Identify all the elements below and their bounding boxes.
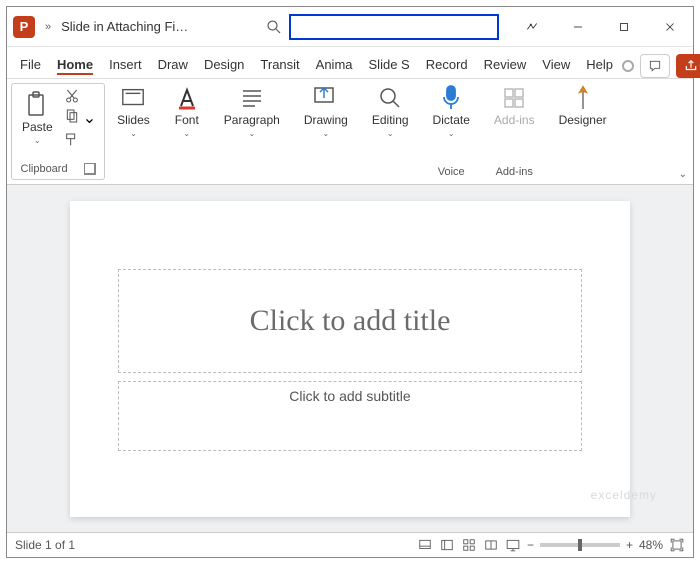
tab-review[interactable]: Review bbox=[477, 51, 534, 78]
tab-help[interactable]: Help bbox=[579, 51, 620, 78]
tab-insert[interactable]: Insert bbox=[102, 51, 149, 78]
title-placeholder[interactable]: Click to add title bbox=[118, 269, 582, 373]
subtitle-placeholder[interactable]: Click to add subtitle bbox=[118, 381, 582, 451]
document-title[interactable]: Slide in Attaching Fi… bbox=[61, 19, 188, 34]
clipboard-launcher[interactable] bbox=[84, 163, 96, 175]
group-addins: Add-ins Add-ins bbox=[482, 79, 547, 184]
tab-file[interactable]: File bbox=[13, 51, 48, 78]
tab-draw[interactable]: Draw bbox=[151, 51, 195, 78]
dictate-button[interactable]: Dictate⌄ bbox=[427, 83, 476, 140]
coming-soon-icon[interactable] bbox=[509, 7, 555, 47]
slide-counter[interactable]: Slide 1 of 1 bbox=[15, 538, 75, 552]
tab-home[interactable]: Home bbox=[50, 51, 100, 78]
group-paragraph: Paragraph⌄ bbox=[212, 79, 292, 184]
clipboard-label: Clipboard bbox=[21, 163, 68, 175]
voice-label: Voice bbox=[438, 166, 465, 180]
group-drawing: Drawing⌄ bbox=[292, 79, 360, 184]
slide[interactable]: Click to add title Click to add subtitle bbox=[70, 201, 630, 517]
statusbar: Slide 1 of 1 − + 48% bbox=[7, 533, 693, 557]
cut-icon[interactable] bbox=[63, 88, 81, 104]
zoom-in-button[interactable]: + bbox=[626, 538, 633, 552]
maximize-button[interactable] bbox=[601, 7, 647, 47]
ribbon: Paste⌄ ⌄ Clipboard Slides⌄ Font⌄ bbox=[7, 79, 693, 185]
search-icon[interactable] bbox=[265, 18, 283, 36]
zoom-slider[interactable] bbox=[540, 543, 620, 547]
titlebar: P » Slide in Attaching Fi… bbox=[7, 7, 693, 47]
tab-design[interactable]: Design bbox=[197, 51, 251, 78]
qat-chevrons[interactable]: » bbox=[45, 21, 51, 33]
fit-window-icon[interactable] bbox=[669, 537, 685, 553]
zoom-out-button[interactable]: − bbox=[527, 538, 534, 552]
paragraph-button[interactable]: Paragraph⌄ bbox=[218, 83, 286, 140]
zoom-level[interactable]: 48% bbox=[639, 538, 663, 552]
search-input[interactable] bbox=[289, 14, 499, 40]
group-editing: Editing⌄ bbox=[360, 79, 421, 184]
collapse-ribbon-icon[interactable]: ⌄ bbox=[679, 169, 687, 180]
comments-button[interactable] bbox=[640, 54, 670, 78]
slide-canvas[interactable]: Click to add title Click to add subtitle… bbox=[7, 185, 693, 533]
notes-icon[interactable] bbox=[417, 537, 433, 553]
group-designer: Designer bbox=[547, 79, 619, 184]
drawing-button[interactable]: Drawing⌄ bbox=[298, 83, 354, 140]
watermark: exceldemy bbox=[591, 488, 657, 502]
slideshow-icon[interactable] bbox=[505, 537, 521, 553]
sorter-view-icon[interactable] bbox=[461, 537, 477, 553]
slides-button[interactable]: Slides⌄ bbox=[111, 83, 156, 140]
addins-button[interactable]: Add-ins bbox=[488, 83, 541, 129]
group-voice: Dictate⌄ Voice bbox=[421, 79, 482, 184]
format-painter-icon[interactable] bbox=[63, 132, 81, 148]
minimize-button[interactable] bbox=[555, 7, 601, 47]
editing-button[interactable]: Editing⌄ bbox=[366, 83, 415, 140]
tab-transitions[interactable]: Transit bbox=[253, 51, 306, 78]
paste-button[interactable]: Paste⌄ bbox=[16, 86, 59, 150]
camera-record-icon[interactable] bbox=[622, 60, 634, 72]
share-button[interactable]: ▾ bbox=[676, 54, 700, 78]
normal-view-icon[interactable] bbox=[439, 537, 455, 553]
tab-slideshow[interactable]: Slide S bbox=[362, 51, 417, 78]
ribbon-tabs: File Home Insert Draw Design Transit Ani… bbox=[7, 47, 693, 79]
tab-view[interactable]: View bbox=[535, 51, 577, 78]
group-slides: Slides⌄ bbox=[105, 79, 162, 184]
copy-icon[interactable]: ⌄ bbox=[63, 108, 96, 128]
app-icon: P bbox=[13, 16, 35, 38]
tab-animations[interactable]: Anima bbox=[309, 51, 360, 78]
designer-button[interactable]: Designer bbox=[553, 83, 613, 129]
addins-label: Add-ins bbox=[496, 166, 533, 180]
font-button[interactable]: Font⌄ bbox=[168, 83, 206, 140]
group-clipboard: Paste⌄ ⌄ Clipboard bbox=[11, 83, 105, 180]
group-font: Font⌄ bbox=[162, 79, 212, 184]
reading-view-icon[interactable] bbox=[483, 537, 499, 553]
tab-record[interactable]: Record bbox=[419, 51, 475, 78]
close-button[interactable] bbox=[647, 7, 693, 47]
